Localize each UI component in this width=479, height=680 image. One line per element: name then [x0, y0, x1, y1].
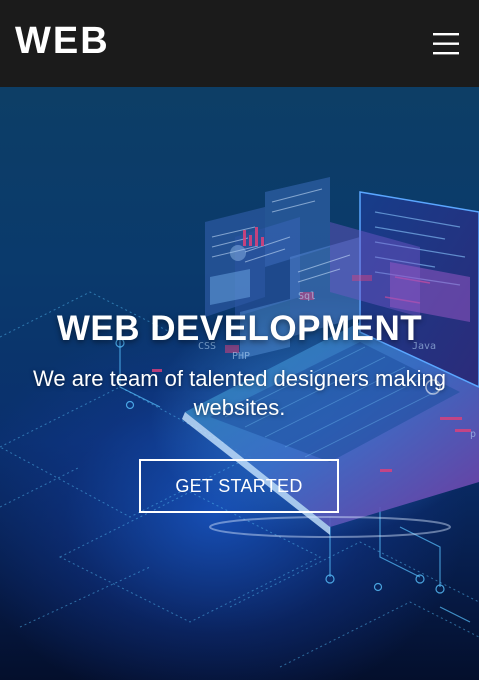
hero-title: WEB DEVELOPMENT	[56, 309, 423, 348]
site-logo[interactable]: WEB	[15, 19, 110, 63]
navbar: WEB	[0, 0, 479, 87]
menu-toggle-button[interactable]	[426, 26, 466, 62]
hero-subtitle: We are team of talented designers making…	[33, 366, 446, 420]
hero-content: WEB DEVELOPMENT We are team of talented …	[0, 87, 479, 680]
get-started-button[interactable]: GET STARTED	[139, 459, 339, 513]
hamburger-menu-icon	[433, 33, 459, 55]
hero-section: CSS PHP Sql Java p WEB DEVELOPMENT We ar…	[0, 87, 479, 680]
